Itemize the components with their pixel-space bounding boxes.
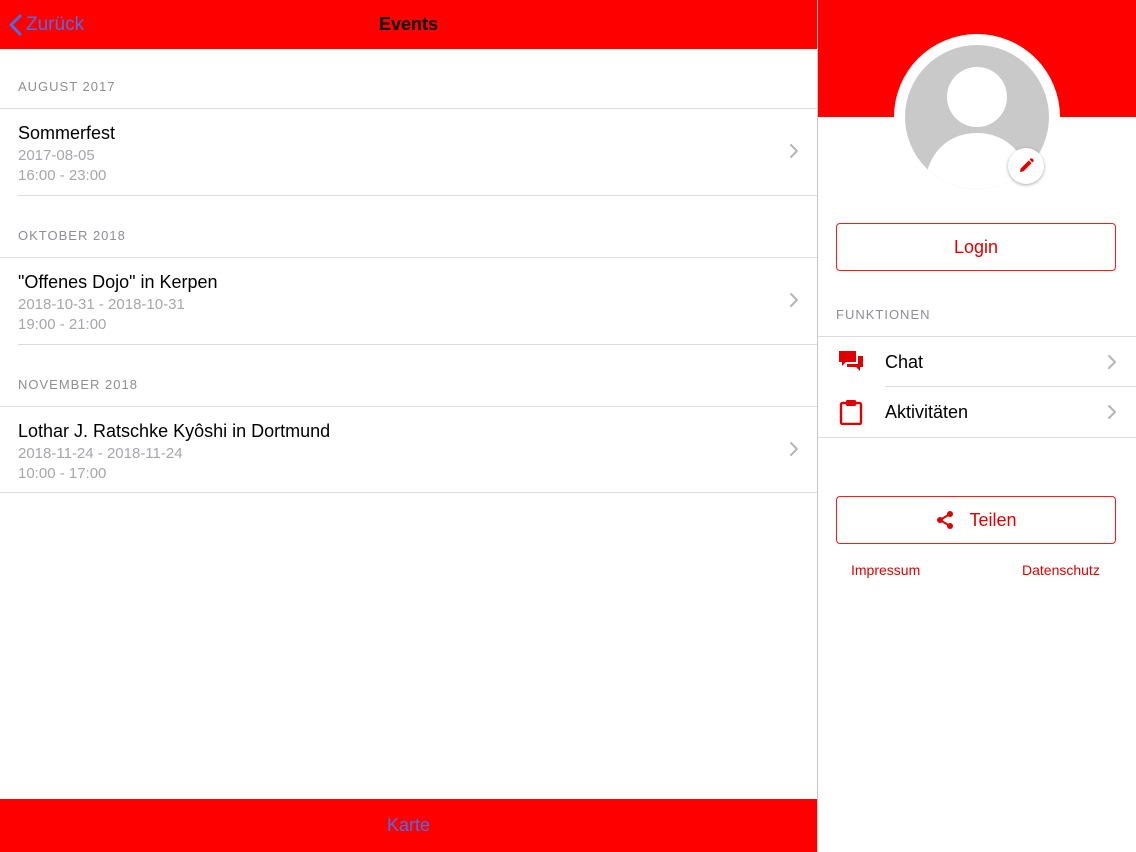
share-icon xyxy=(937,511,954,529)
section-header-august-2017: AUGUST 2017 xyxy=(18,79,116,94)
edit-avatar-button[interactable] xyxy=(1008,148,1044,184)
pencil-icon xyxy=(1020,158,1034,172)
chevron-right-icon xyxy=(790,442,798,456)
event-date: 2018-10-31 - 2018-10-31 xyxy=(18,296,185,313)
chevron-right-icon xyxy=(1108,405,1116,419)
events-panel: Zurück Events AUGUST 2017 Sommerfest 201… xyxy=(0,0,817,852)
event-date: 2017-08-05 xyxy=(18,147,95,164)
share-button[interactable]: Teilen xyxy=(836,496,1116,544)
navigation-bar: Zurück Events xyxy=(0,0,817,49)
clipboard-icon xyxy=(839,400,863,425)
divider xyxy=(818,437,1136,438)
chevron-right-icon xyxy=(790,293,798,307)
event-title: "Offenes Dojo" in Kerpen xyxy=(18,272,218,292)
karte-button[interactable]: Karte xyxy=(0,815,817,836)
functions-header: FUNKTIONEN xyxy=(836,307,931,322)
divider xyxy=(0,492,817,493)
chevron-right-icon xyxy=(1108,355,1116,369)
function-label: Aktivitäten xyxy=(885,402,969,422)
function-item-chat[interactable]: Chat xyxy=(818,337,1136,387)
event-time: 19:00 - 21:00 xyxy=(18,316,107,333)
divider xyxy=(18,344,817,345)
share-label: Teilen xyxy=(969,509,1017,530)
function-label: Chat xyxy=(885,352,924,372)
event-row-ratschke[interactable]: Lothar J. Ratschke Kyôshi in Dortmund 20… xyxy=(0,407,817,493)
login-button[interactable]: Login xyxy=(836,223,1116,271)
function-item-aktivitaeten[interactable]: Aktivitäten xyxy=(818,387,1136,437)
event-title: Sommerfest xyxy=(18,123,116,143)
bottom-toolbar: Karte xyxy=(0,799,817,852)
datenschutz-link[interactable]: Datenschutz xyxy=(1022,562,1100,578)
chat-icon xyxy=(839,351,863,371)
divider xyxy=(18,195,817,196)
profile-sidebar: Login FUNKTIONEN Chat Aktivitäten Teilen… xyxy=(818,0,1136,852)
event-title: Lothar J. Ratschke Kyôshi in Dortmund xyxy=(18,421,331,441)
chevron-right-icon xyxy=(790,144,798,158)
impressum-link[interactable]: Impressum xyxy=(851,562,920,578)
login-label: Login xyxy=(953,236,999,257)
page-title: Events xyxy=(378,14,439,34)
event-row-offenes-dojo[interactable]: "Offenes Dojo" in Kerpen 2018-10-31 - 20… xyxy=(0,258,817,344)
section-header-november-2018: NOVEMBER 2018 xyxy=(18,377,138,392)
section-header-oktober-2018: OKTOBER 2018 xyxy=(18,228,126,243)
event-row-sommerfest[interactable]: Sommerfest 2017-08-05 16:00 - 23:00 xyxy=(0,109,817,195)
event-time: 16:00 - 23:00 xyxy=(18,167,107,184)
event-date: 2018-11-24 - 2018-11-24 xyxy=(18,445,183,462)
event-time: 10:00 - 17:00 xyxy=(18,465,107,482)
